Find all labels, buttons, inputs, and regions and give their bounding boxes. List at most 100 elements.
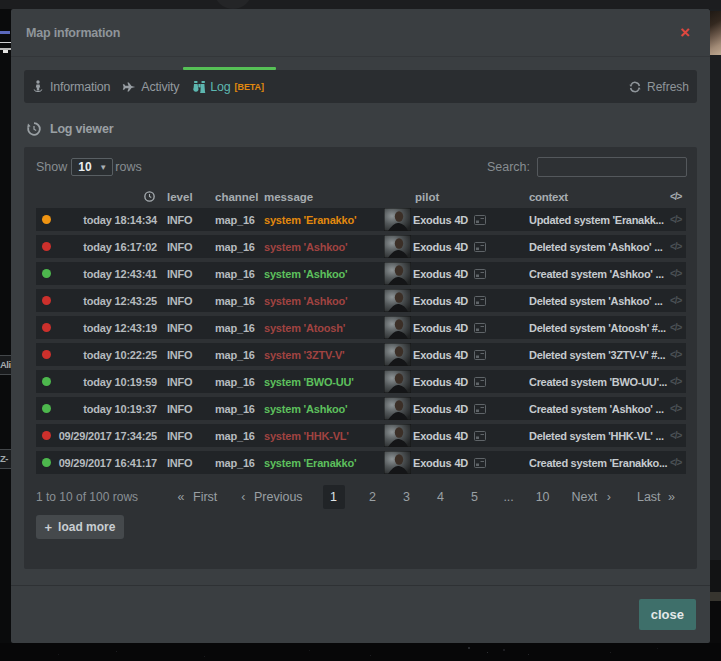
row-code-cell[interactable]: </> — [670, 268, 686, 279]
backdrop-top — [0, 0, 721, 9]
row-code-cell[interactable]: </> — [670, 349, 686, 360]
header-context[interactable]: context — [529, 191, 670, 203]
page-ellipsis: ... — [492, 485, 526, 509]
header-channel[interactable]: channel — [215, 191, 264, 203]
search-input[interactable] — [537, 157, 687, 177]
backdrop-system-box: Z- — [0, 449, 11, 469]
header-time[interactable] — [56, 191, 157, 202]
header-message[interactable]: message — [264, 191, 384, 203]
log-time: today 12:43:19 — [56, 322, 157, 334]
log-row[interactable]: 09/29/2017 17:34:25INFOmap_16system 'HHK… — [36, 424, 686, 447]
page-button-1[interactable]: 1 — [323, 485, 345, 509]
code-icon: </> — [670, 191, 681, 202]
refresh-icon — [629, 81, 641, 93]
row-code-cell[interactable]: </> — [670, 241, 686, 252]
pilot-name[interactable]: Exodus 4D — [413, 214, 468, 226]
code-icon: </> — [670, 403, 681, 414]
close-button[interactable]: close — [639, 599, 696, 630]
pilot-avatar — [384, 289, 411, 312]
log-channel: map_16 — [215, 349, 264, 361]
tab-activity-label: Activity — [141, 80, 179, 94]
id-card-icon — [474, 458, 486, 468]
log-level: INFO — [157, 295, 215, 307]
status-deleted-dot — [42, 323, 51, 332]
log-pilot-cell: Exodus 4D — [384, 343, 529, 366]
log-level: INFO — [157, 403, 215, 415]
log-row[interactable]: today 10:19:59INFOmap_16system 'BWO-UU' … — [36, 370, 686, 393]
log-row[interactable]: today 12:43:41INFOmap_16system 'Ashkoo' … — [36, 262, 686, 285]
page-numbers: 12345...10 — [322, 485, 560, 509]
pilot-name[interactable]: Exodus 4D — [413, 457, 468, 469]
pilot-name[interactable]: Exodus 4D — [413, 430, 468, 442]
header-pilot[interactable]: pilot — [384, 185, 529, 208]
refresh-button[interactable]: Refresh — [629, 70, 697, 103]
page-previous-button[interactable]: ‹ Previous — [241, 490, 302, 504]
pilot-name[interactable]: Exodus 4D — [413, 403, 468, 415]
backdrop-system-label: Z- — [0, 453, 8, 464]
log-table: level channel message pilot context </> … — [36, 185, 686, 474]
pilot-name[interactable]: Exodus 4D — [413, 376, 468, 388]
log-message: system 'Eranakko' — [264, 214, 384, 226]
log-time: today 10:22:25 — [56, 349, 157, 361]
id-card-icon — [474, 377, 486, 387]
header-level[interactable]: level — [157, 191, 215, 203]
page-next-button[interactable]: Next › — [572, 490, 611, 504]
page-last-button[interactable]: Last » — [637, 490, 675, 504]
page-button-3[interactable]: 3 — [390, 485, 424, 509]
page-button-2[interactable]: 2 — [356, 485, 390, 509]
dialog-close-icon[interactable]: × — [680, 24, 690, 41]
row-code-cell[interactable]: </> — [670, 376, 686, 387]
clock-icon — [144, 191, 155, 202]
row-code-cell[interactable]: </> — [670, 403, 686, 414]
page-button-10[interactable]: 10 — [526, 485, 560, 509]
log-row[interactable]: today 10:22:25INFOmap_16system '3ZTV-V' … — [36, 343, 686, 366]
pagination-info: 1 to 10 of 100 rows — [36, 490, 138, 504]
pilot-name[interactable]: Exodus 4D — [413, 241, 468, 253]
log-pilot-cell: Exodus 4D — [384, 316, 529, 339]
load-more-button[interactable]: + load more — [36, 515, 124, 539]
status-deleted-dot — [42, 242, 51, 251]
tab-information[interactable]: Information — [24, 70, 120, 103]
log-context: Deleted system 'Ashkoo' ... — [529, 241, 670, 253]
log-row[interactable]: today 10:19:37INFOmap_16system 'Ashkoo' … — [36, 397, 686, 420]
log-row[interactable]: today 12:43:25INFOmap_16system 'Ashkoo' … — [36, 289, 686, 312]
load-more-label: load more — [58, 520, 115, 534]
tab-activity[interactable]: Activity — [120, 70, 183, 103]
log-time: today 10:19:59 — [56, 376, 157, 388]
page-size-select[interactable]: 10 ▼ — [71, 158, 113, 176]
tab-information-label: Information — [50, 80, 110, 94]
pilot-name[interactable]: Exodus 4D — [413, 268, 468, 280]
log-row[interactable]: today 12:43:19INFOmap_16system 'Atoosh' … — [36, 316, 686, 339]
row-code-cell[interactable]: </> — [670, 430, 686, 441]
pilot-avatar — [384, 343, 411, 366]
pilot-name[interactable]: Exodus 4D — [413, 349, 468, 361]
page-first-button[interactable]: « First — [178, 490, 218, 504]
log-row[interactable]: 09/29/2017 16:41:17INFOmap_16system 'Era… — [36, 451, 686, 474]
row-code-cell[interactable]: </> — [670, 295, 686, 306]
log-level: INFO — [157, 214, 215, 226]
page-button-4[interactable]: 4 — [424, 485, 458, 509]
tab-log[interactable]: Log [BETA] — [183, 70, 276, 103]
id-card-icon — [474, 404, 486, 414]
status-dot-cell — [36, 431, 56, 440]
backdrop-black-band — [710, 601, 721, 643]
binoculars-icon — [193, 80, 206, 93]
pilot-name[interactable]: Exodus 4D — [413, 295, 468, 307]
backdrop-white-blob — [3, 50, 8, 53]
status-deleted-dot — [42, 350, 51, 359]
log-channel: map_16 — [215, 214, 264, 226]
row-code-cell[interactable]: </> — [670, 322, 686, 333]
table-header-row: level channel message pilot context </> — [36, 185, 686, 208]
log-row[interactable]: today 16:17:02INFOmap_16system 'Ashkoo' … — [36, 235, 686, 258]
log-channel: map_16 — [215, 376, 264, 388]
log-row[interactable]: today 18:14:34INFOmap_16system 'Eranakko… — [36, 208, 686, 231]
status-dot-cell — [36, 323, 56, 332]
pilot-name[interactable]: Exodus 4D — [413, 322, 468, 334]
log-viewer-heading: Log viewer — [27, 122, 697, 136]
status-dot-cell — [36, 269, 56, 278]
row-code-cell[interactable]: </> — [670, 457, 686, 468]
log-time: today 12:43:25 — [56, 295, 157, 307]
row-code-cell[interactable]: </> — [670, 214, 686, 225]
log-channel: map_16 — [215, 295, 264, 307]
page-button-5[interactable]: 5 — [458, 485, 492, 509]
